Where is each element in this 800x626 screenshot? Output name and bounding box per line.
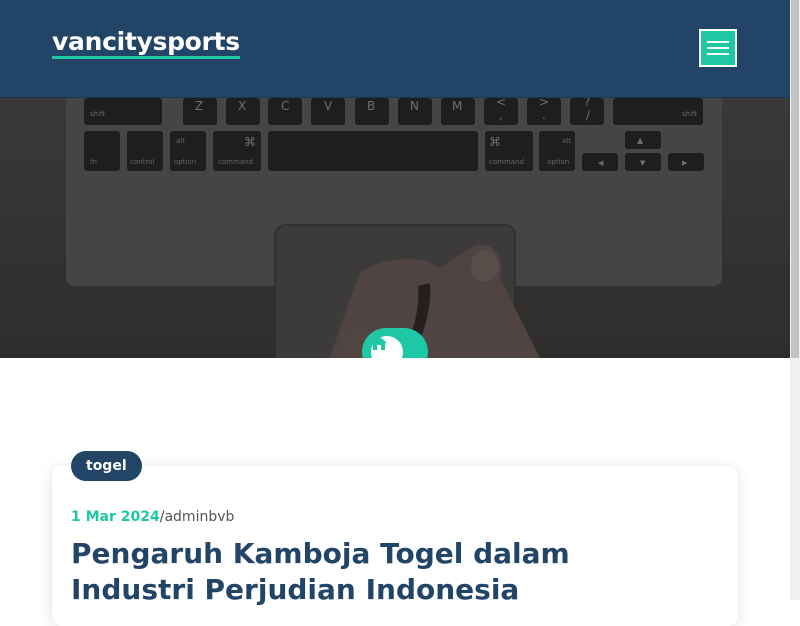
post-date[interactable]: 1 Mar 2024 [71,509,160,525]
post-meta: 1 Mar 2024/adminbvb [71,509,234,525]
menu-toggle-button[interactable] [699,29,737,67]
site-header: vancitysports [0,0,790,98]
home-breadcrumb-button[interactable] [362,328,428,358]
post-author[interactable]: adminbvb [164,509,234,525]
hamburger-icon [707,41,729,43]
hero-background-image: shift shift fn control option command co… [0,98,790,358]
scrollbar-thumb[interactable] [791,0,799,358]
page-scrollbar[interactable] [790,0,800,600]
home-icon-circle [371,336,403,358]
post-title[interactable]: Pengaruh Kamboja Togel dalam Industri Pe… [71,536,691,608]
hamburger-icon-line-2 [707,47,729,49]
site-logo[interactable]: vancitysports [52,28,240,59]
home-icon [371,336,387,350]
category-badge[interactable]: togel [71,451,142,481]
hamburger-icon-line-3 [707,53,729,55]
hero-banner: shift shift fn control option command co… [0,98,790,358]
